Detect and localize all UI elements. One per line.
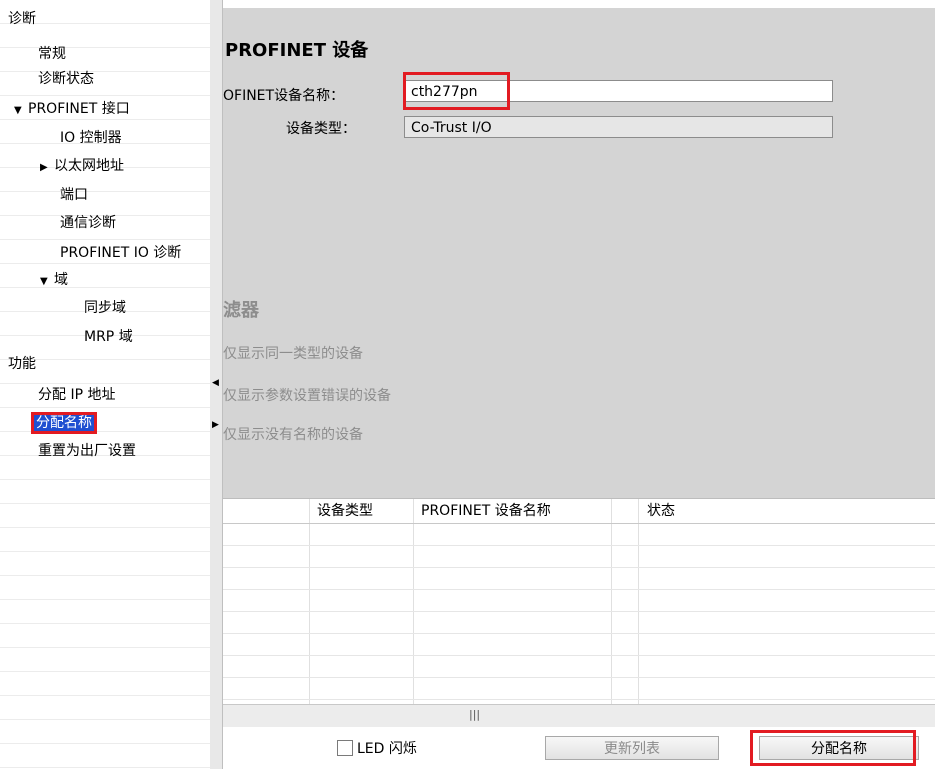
top-strip: [223, 0, 935, 8]
collapse-arrow-icon[interactable]: ◀: [212, 378, 219, 388]
tree-item-port[interactable]: 端口: [60, 184, 88, 206]
filter-section-title: 滤器: [223, 300, 259, 321]
expanded-triangle-icon[interactable]: ▼: [14, 100, 28, 122]
tree-item-diagnostics[interactable]: 诊断: [8, 8, 36, 30]
column-header-profinet-name[interactable]: PROFINET 设备名称: [421, 499, 551, 523]
device-name-field[interactable]: cth277pn: [404, 80, 833, 102]
filter-param-error[interactable]: 仅显示参数设置错误的设备: [223, 385, 391, 405]
page-title: PROFINET 设备: [225, 40, 369, 61]
panel-splitter[interactable]: ◀ ▶: [210, 0, 223, 769]
tree-item-profinet-interface[interactable]: ▼ PROFINET 接口: [14, 98, 130, 120]
collapsed-triangle-icon[interactable]: ▶: [40, 157, 54, 179]
horizontal-scrollbar[interactable]: |||: [223, 704, 935, 728]
tree-item-functions[interactable]: 功能: [8, 353, 36, 375]
led-blink-label: LED 闪烁: [357, 741, 417, 757]
tree-item-communication-diagnostics[interactable]: 通信诊断: [60, 212, 116, 234]
filter-same-type[interactable]: 仅显示同一类型的设备: [223, 343, 363, 363]
tree-item-io-controller[interactable]: IO 控制器: [60, 127, 122, 149]
tree-item-reset-factory[interactable]: 重置为出厂设置: [38, 440, 136, 462]
tree-item-sync-domain[interactable]: 同步域: [84, 297, 126, 319]
tree-item-diagnostic-status[interactable]: 诊断状态: [38, 68, 94, 90]
tree-item-assign-name[interactable]: 分配名称: [31, 412, 97, 434]
expanded-triangle-icon[interactable]: ▼: [40, 271, 54, 293]
device-table: 设备类型 PROFINET 设备名称 状态: [223, 498, 935, 705]
column-header-status[interactable]: 状态: [647, 499, 675, 523]
main-panel: PROFINET 设备 OFINET设备名称： cth277pn 设备类型： C…: [223, 8, 935, 769]
tree-item-ethernet-address[interactable]: ▶ 以太网地址: [40, 155, 124, 177]
expand-arrow-icon[interactable]: ▶: [212, 420, 219, 430]
device-type-field: Co-Trust I/O: [404, 116, 833, 138]
device-name-label: OFINET设备名称：: [223, 88, 345, 104]
bottom-toolbar: LED 闪烁 更新列表 分配名称: [223, 727, 935, 769]
column-header-device-type[interactable]: 设备类型: [317, 499, 373, 523]
led-blink-checkbox[interactable]: [337, 740, 353, 756]
navigation-tree: 诊断 常规 诊断状态 ▼ PROFINET 接口 IO 控制器 ▶ 以太网地址 端口…: [0, 0, 211, 769]
assign-name-button[interactable]: 分配名称: [759, 736, 919, 760]
scrollbar-grip[interactable]: |||: [469, 708, 480, 721]
tree-item-general[interactable]: 常规: [38, 43, 66, 65]
filter-no-name[interactable]: 仅显示没有名称的设备: [223, 424, 363, 444]
device-type-label: 设备类型：: [286, 121, 356, 137]
refresh-list-button[interactable]: 更新列表: [545, 736, 719, 760]
tree-item-domain[interactable]: ▼ 域: [40, 269, 68, 291]
tree-item-assign-ip[interactable]: 分配 IP 地址: [38, 384, 115, 406]
tree-item-mrp-domain[interactable]: MRP 域: [84, 326, 133, 348]
tree-item-profinet-io-diagnostics[interactable]: PROFINET IO 诊断: [60, 242, 181, 264]
